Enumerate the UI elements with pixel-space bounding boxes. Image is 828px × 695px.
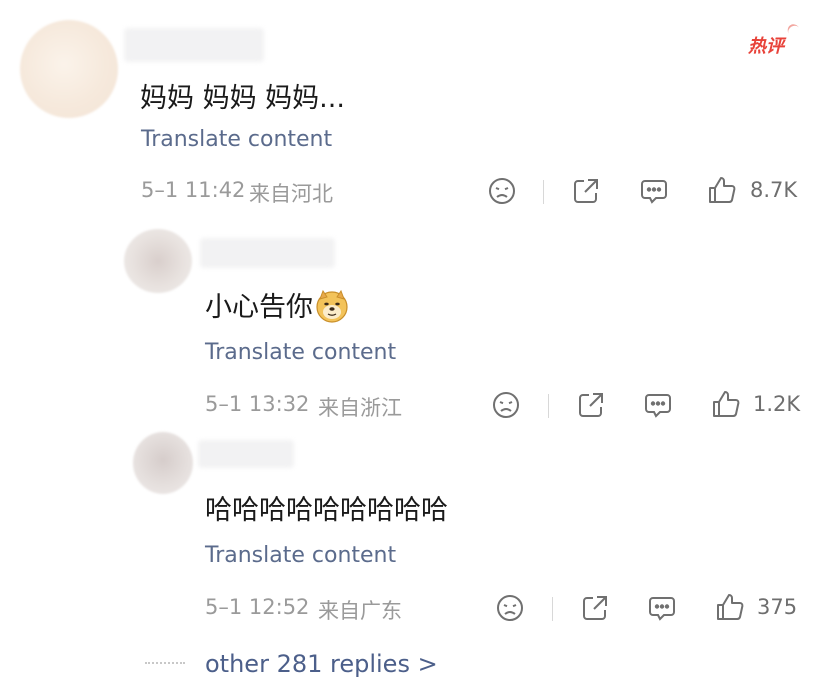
sad-face-icon[interactable] (494, 592, 526, 624)
hot-comment-badge: 热评 (748, 36, 784, 57)
avatar[interactable] (20, 20, 118, 118)
comment-location: 来自浙江 (318, 396, 402, 420)
comment-icon[interactable] (638, 175, 670, 207)
avatar[interactable] (124, 229, 192, 293)
comment-location: 来自广东 (318, 599, 402, 623)
like-count: 8.7K (750, 178, 798, 202)
comment-icon[interactable] (642, 389, 674, 421)
comment-date: 5–1 11:42 (141, 178, 246, 202)
more-replies-link[interactable]: other 281 replies > (205, 650, 438, 678)
share-icon[interactable] (575, 389, 607, 421)
translate-link[interactable]: Translate content (141, 127, 332, 152)
username-blurred[interactable] (124, 28, 264, 62)
username-blurred[interactable] (200, 238, 335, 268)
translate-link[interactable]: Translate content (205, 543, 396, 568)
divider (543, 180, 544, 204)
sad-face-icon[interactable] (490, 389, 522, 421)
comment-date: 5–1 12:52 (205, 595, 310, 619)
share-icon[interactable] (570, 175, 602, 207)
comment-text: 小心告你 (205, 285, 349, 324)
divider (548, 394, 549, 418)
thumbs-up-icon[interactable] (706, 174, 738, 206)
share-icon[interactable] (579, 592, 611, 624)
like-count: 375 (757, 595, 798, 619)
comment-icon[interactable] (646, 592, 678, 624)
comment-text: 妈妈 妈妈 妈妈... (140, 83, 345, 114)
hot-badge-flare-icon (785, 21, 803, 41)
dotted-leader (145, 662, 185, 664)
thumbs-up-icon[interactable] (714, 591, 746, 623)
sad-face-icon[interactable] (486, 175, 518, 207)
username-blurred[interactable] (198, 440, 294, 468)
comment-location: 来自河北 (249, 182, 333, 206)
comment-text-content: 小心告你 (205, 292, 313, 323)
thumbs-up-icon[interactable] (710, 388, 742, 420)
doge-emoji-icon (315, 289, 349, 323)
translate-link[interactable]: Translate content (205, 340, 396, 365)
avatar[interactable] (133, 432, 193, 494)
divider (552, 597, 553, 621)
comment-text: 哈哈哈哈哈哈哈哈哈 (205, 495, 448, 526)
like-count: 1.2K (753, 392, 801, 416)
comment-date: 5–1 13:32 (205, 392, 310, 416)
